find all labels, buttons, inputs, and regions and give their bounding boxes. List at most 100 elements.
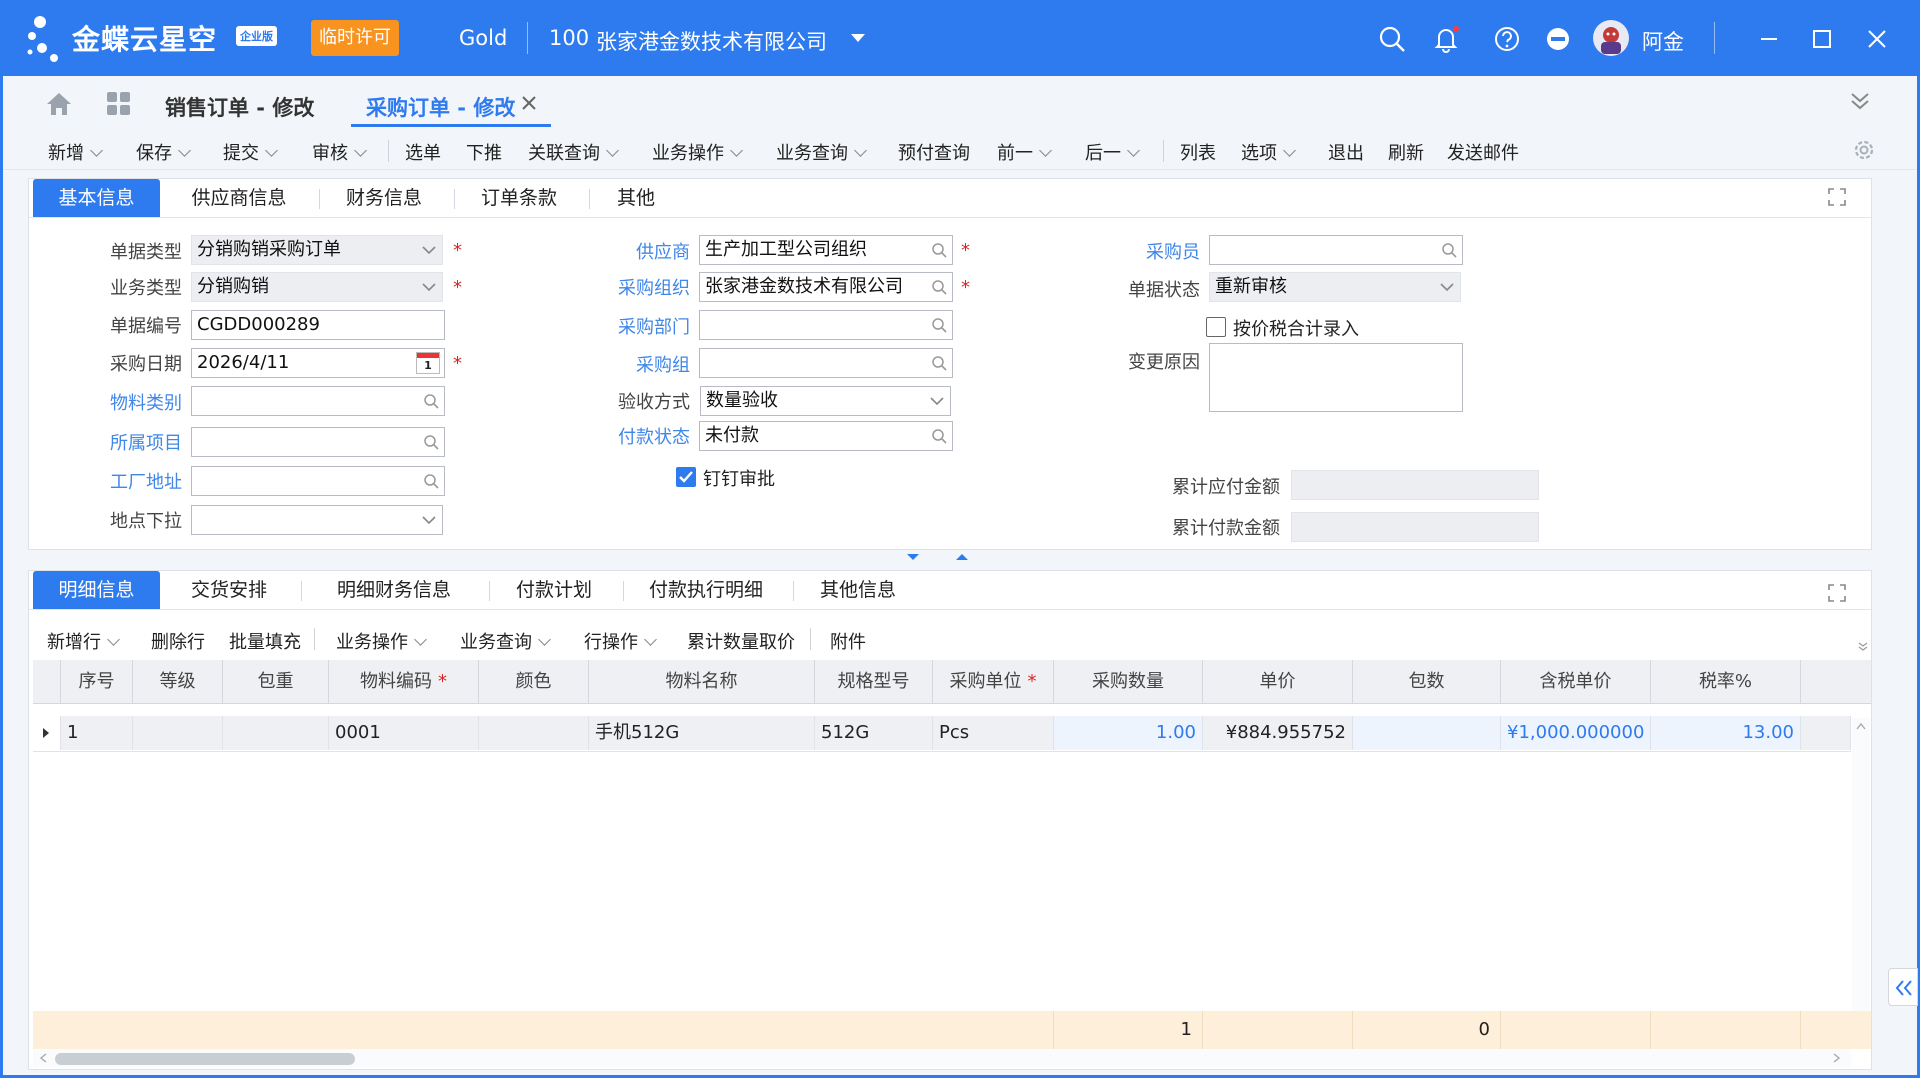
- refresh-button[interactable]: 刷新: [1388, 139, 1424, 165]
- chevron-down-icon[interactable]: [1283, 144, 1296, 157]
- add-row-button[interactable]: 新增行: [47, 628, 120, 654]
- bell-icon[interactable]: [1431, 24, 1461, 54]
- avatar[interactable]: [1593, 20, 1629, 56]
- row-operation-button[interactable]: 行操作: [584, 628, 657, 654]
- detail-business-op-button[interactable]: 业务操作: [336, 628, 427, 654]
- tab-other-info[interactable]: 其他信息: [805, 571, 911, 609]
- batch-fill-button[interactable]: 批量填充: [229, 628, 301, 654]
- purchase-group-label[interactable]: 采购组: [636, 351, 690, 377]
- payment-status-field[interactable]: 未付款: [699, 421, 953, 451]
- scroll-thumb[interactable]: [55, 1053, 355, 1065]
- new-button[interactable]: 新增: [48, 139, 103, 165]
- purchase-dept-label[interactable]: 采购部门: [618, 313, 690, 339]
- col-unit-price[interactable]: 单价: [1203, 660, 1353, 704]
- search-icon[interactable]: [931, 317, 947, 333]
- chevron-down-icon[interactable]: [538, 633, 551, 646]
- chevron-down-icon[interactable]: [354, 144, 367, 157]
- next-button[interactable]: 后一: [1085, 139, 1140, 165]
- factory-address-label[interactable]: 工厂地址: [110, 468, 182, 494]
- exit-button[interactable]: 退出: [1328, 139, 1364, 165]
- send-email-button[interactable]: 发送邮件: [1447, 139, 1519, 165]
- org-name[interactable]: 张家港金数技术有限公司: [596, 26, 827, 56]
- chevron-down-icon[interactable]: [929, 393, 945, 409]
- business-op-button[interactable]: 业务操作: [652, 139, 743, 165]
- delete-row-button[interactable]: 删除行: [151, 628, 205, 654]
- cell-seq[interactable]: 1: [61, 716, 133, 750]
- calendar-icon[interactable]: 1: [416, 352, 440, 374]
- user-name[interactable]: 阿金: [1642, 26, 1684, 56]
- chevron-down-icon[interactable]: [1439, 279, 1455, 295]
- tab-finance-info[interactable]: 财务信息: [331, 179, 437, 217]
- license-badge[interactable]: 临时许可: [311, 20, 399, 56]
- close-tab-icon[interactable]: [521, 95, 537, 111]
- search-icon[interactable]: [931, 428, 947, 444]
- options-button[interactable]: 选项: [1241, 139, 1296, 165]
- tax-total-entry-checkbox[interactable]: [1206, 317, 1226, 337]
- tab-detail-info[interactable]: 明细信息: [33, 571, 160, 609]
- tab-delivery-schedule[interactable]: 交货安排: [173, 571, 285, 609]
- previous-button[interactable]: 前一: [997, 139, 1052, 165]
- factory-address-field[interactable]: [191, 466, 445, 496]
- chevron-down-icon[interactable]: [90, 144, 103, 157]
- purchase-dept-field[interactable]: [699, 310, 953, 340]
- purchase-org-label[interactable]: 采购组织: [618, 274, 690, 300]
- col-pack-weight[interactable]: 包重: [223, 660, 329, 704]
- location-select[interactable]: [191, 505, 443, 535]
- attachment-button[interactable]: 附件: [830, 628, 866, 654]
- org-dropdown-icon[interactable]: [848, 30, 868, 46]
- table-row[interactable]: 1 0001 手机512G 512G Pcs 1.00 ¥884.955752 …: [33, 716, 1851, 752]
- cumulative-price-button[interactable]: 累计数量取价: [687, 628, 795, 654]
- list-button[interactable]: 列表: [1180, 139, 1216, 165]
- gear-icon[interactable]: [1852, 138, 1876, 162]
- col-spec[interactable]: 规格型号: [815, 660, 933, 704]
- collapse-up-icon[interactable]: [955, 552, 969, 562]
- submit-button[interactable]: 提交: [223, 139, 278, 165]
- col-material-code[interactable]: 物料编码 *: [329, 660, 479, 704]
- tab-payment-plan[interactable]: 付款计划: [501, 571, 607, 609]
- scroll-up-icon[interactable]: [1856, 722, 1866, 730]
- scroll-right-icon[interactable]: [1833, 1053, 1841, 1063]
- chevron-down-icon[interactable]: [421, 279, 437, 295]
- org-code[interactable]: 100: [549, 26, 589, 50]
- chevron-down-icon[interactable]: [421, 242, 437, 258]
- biz-type-select[interactable]: 分销购销: [191, 272, 443, 302]
- cell-pack-weight[interactable]: [223, 716, 329, 750]
- apps-grid-icon[interactable]: [106, 91, 132, 117]
- purchase-group-field[interactable]: [699, 348, 953, 378]
- supplier-field[interactable]: 生产加工型公司组织: [699, 235, 953, 265]
- search-icon[interactable]: [423, 473, 439, 489]
- cell-tax-rate[interactable]: 13.00: [1651, 716, 1801, 750]
- search-icon[interactable]: [931, 355, 947, 371]
- side-panel-toggle[interactable]: [1888, 968, 1918, 1006]
- save-button[interactable]: 保存: [136, 139, 191, 165]
- expand-icon[interactable]: [1827, 187, 1847, 207]
- col-purchase-qty[interactable]: 采购数量: [1054, 660, 1203, 704]
- minus-circle-icon[interactable]: [1543, 24, 1573, 54]
- cell-purchase-unit[interactable]: Pcs: [933, 716, 1054, 750]
- col-purchase-unit[interactable]: 采购单位 *: [933, 660, 1054, 704]
- chevron-down-icon[interactable]: [1127, 144, 1140, 157]
- push-down-button[interactable]: 下推: [466, 139, 502, 165]
- acceptance-select[interactable]: 数量验收: [700, 386, 951, 416]
- search-icon[interactable]: [423, 434, 439, 450]
- tab-other[interactable]: 其他: [601, 179, 671, 217]
- dingtalk-approval-checkbox[interactable]: [676, 467, 696, 487]
- purchase-org-field[interactable]: 张家港金数技术有限公司: [699, 272, 953, 302]
- search-icon[interactable]: [931, 279, 947, 295]
- collapse-tabs-icon[interactable]: [1849, 90, 1871, 112]
- cell-grade[interactable]: [133, 716, 223, 750]
- col-grade[interactable]: 等级: [133, 660, 223, 704]
- buyer-label[interactable]: 采购员: [1146, 238, 1200, 264]
- tab-order-terms[interactable]: 订单条款: [466, 179, 572, 217]
- material-category-label[interactable]: 物料类别: [110, 389, 182, 415]
- chevron-down-icon[interactable]: [107, 633, 120, 646]
- cell-material-code[interactable]: 0001: [329, 716, 479, 750]
- maximize-icon[interactable]: [1807, 24, 1837, 54]
- vertical-scrollbar[interactable]: [1852, 718, 1870, 1048]
- doc-no-field[interactable]: CGDD000289: [191, 310, 445, 340]
- prepay-query-button[interactable]: 预付查询: [898, 139, 970, 165]
- tab-basic-info[interactable]: 基本信息: [33, 179, 160, 217]
- cell-unit-price[interactable]: ¥884.955752: [1203, 716, 1353, 750]
- change-reason-textarea[interactable]: [1209, 343, 1463, 412]
- tab-purchase-order-edit[interactable]: 采购订单 - 修改: [366, 92, 515, 122]
